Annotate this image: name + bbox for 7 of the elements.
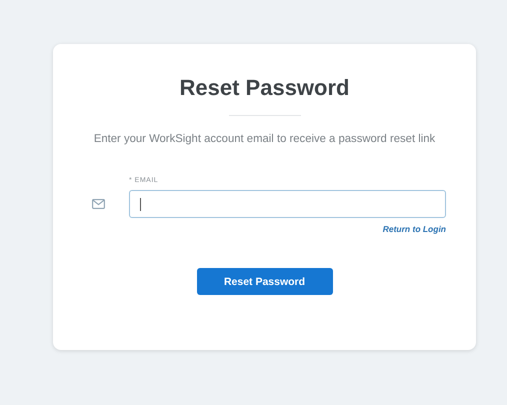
instructions-text: Enter your WorkSight account email to receive a password reset link: [94, 133, 436, 145]
email-input-field[interactable]: [129, 190, 446, 218]
reset-password-button[interactable]: Reset Password: [196, 268, 332, 295]
envelope-icon: [92, 199, 105, 209]
page-title: Reset Password: [180, 75, 350, 101]
text-cursor: [140, 198, 141, 211]
return-to-login-link[interactable]: Return to Login: [382, 224, 446, 234]
